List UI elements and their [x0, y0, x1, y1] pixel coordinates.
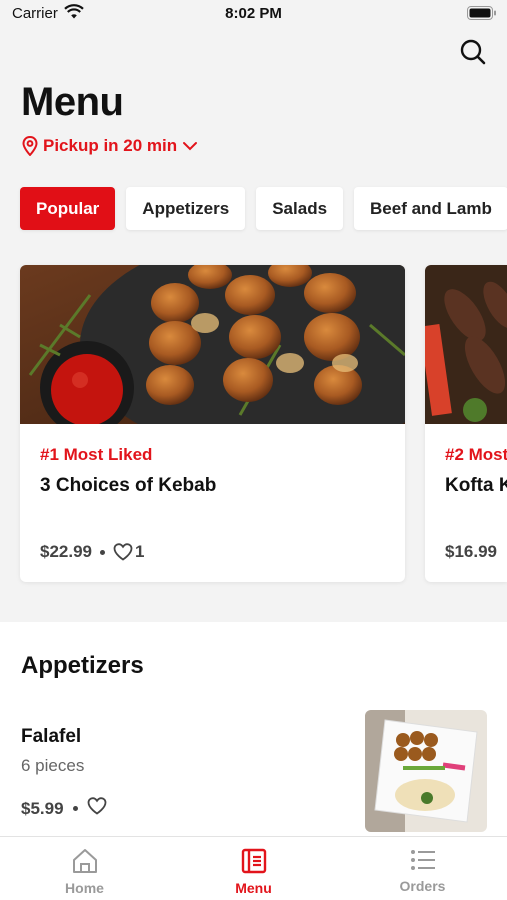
location-pin-icon — [22, 136, 38, 156]
category-tabs: Popular Appetizers Salads Beef and Lamb — [20, 187, 507, 230]
home-icon — [72, 849, 97, 873]
featured-card[interactable]: #2 Most Liked Kofta Kebab $16.99 — [425, 265, 507, 582]
item-price: $22.99 — [40, 542, 92, 561]
category-salads[interactable]: Salads — [256, 187, 344, 230]
featured-card[interactable]: #1 Most Liked 3 Choices of Kebab $22.99 … — [20, 265, 405, 582]
tab-orders[interactable]: Orders — [338, 837, 507, 900]
battery-icon — [467, 6, 497, 25]
item-name[interactable]: Falafel — [21, 726, 81, 748]
kebab-photo — [20, 265, 405, 424]
pickup-label: Pickup in 20 min — [43, 136, 178, 155]
item-price: $16.99 — [445, 542, 497, 561]
tab-home-label: Home — [65, 880, 104, 896]
like-button[interactable]: 1 — [113, 542, 144, 562]
tab-menu[interactable]: Menu — [169, 837, 338, 900]
clock: 8:02 PM — [225, 5, 282, 22]
list-icon — [410, 850, 435, 870]
separator-dot — [100, 549, 105, 555]
tab-menu-label: Menu — [235, 880, 272, 896]
separator-dot — [72, 806, 78, 811]
item-description: 6 pieces — [21, 756, 85, 775]
search-icon — [460, 39, 486, 65]
page-title: Menu — [21, 80, 124, 124]
category-popular[interactable]: Popular — [20, 187, 116, 230]
category-appetizers[interactable]: Appetizers — [126, 187, 246, 230]
item-meta: $16.99 — [445, 542, 497, 562]
heart-icon — [87, 797, 106, 815]
item-price: $5.99 — [21, 798, 64, 818]
chevron-down-icon — [183, 142, 198, 151]
rank-label: #2 Most Liked — [445, 445, 507, 464]
tab-bar: Home Menu Orders — [0, 836, 507, 900]
rank-label: #1 Most Liked — [40, 445, 153, 464]
tab-home[interactable]: Home — [0, 837, 169, 900]
kofta-photo — [425, 265, 507, 424]
status-bar: Carrier 8:02 PM — [0, 0, 507, 28]
item-meta: $5.99 — [21, 797, 107, 820]
like-count: 1 — [135, 542, 145, 561]
like-button[interactable] — [87, 797, 107, 820]
heart-icon — [113, 543, 133, 561]
item-meta: $22.99 1 — [40, 542, 144, 562]
search-button[interactable] — [459, 38, 487, 66]
falafel-photo[interactable] — [365, 710, 487, 832]
menu-book-icon — [241, 848, 266, 874]
pickup-selector[interactable]: Pickup in 20 min — [22, 136, 198, 156]
item-name: Kofta Kebab — [445, 475, 507, 496]
category-beef-and-lamb[interactable]: Beef and Lamb — [354, 187, 507, 230]
appetizers-section: Appetizers Falafel 6 pieces $5.99 — [0, 622, 507, 842]
section-title: Appetizers — [21, 652, 144, 679]
tab-orders-label: Orders — [399, 878, 446, 894]
item-name: 3 Choices of Kebab — [40, 475, 217, 496]
